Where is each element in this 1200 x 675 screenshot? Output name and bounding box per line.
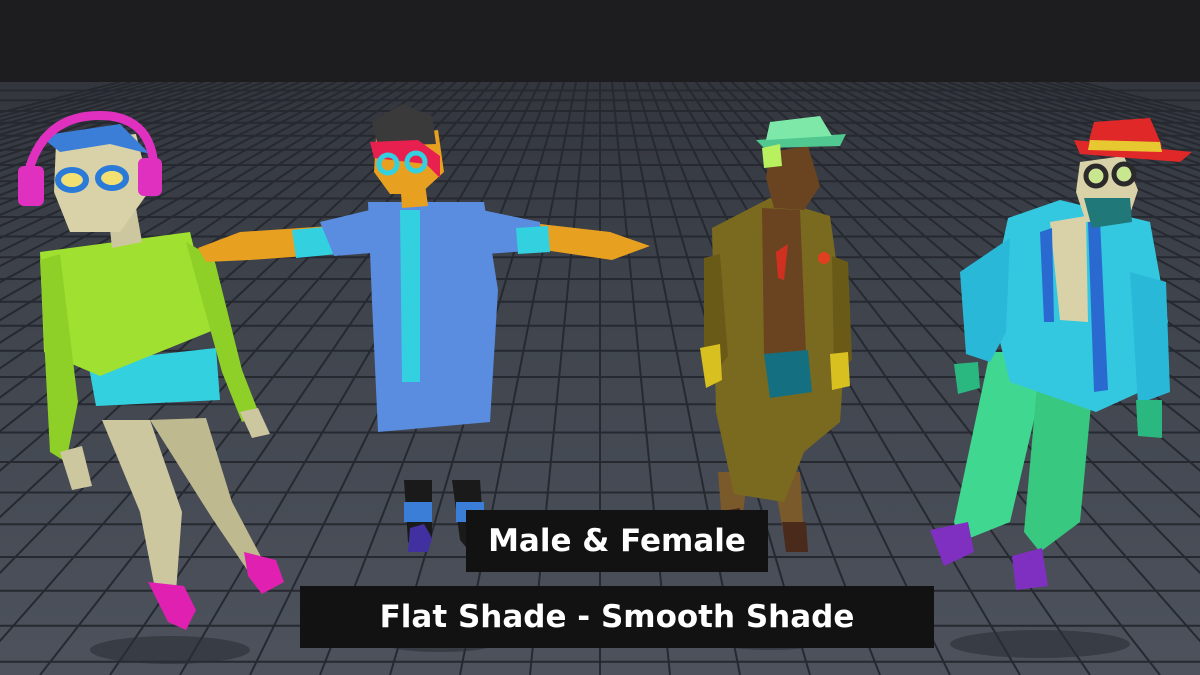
caption-shading: Flat Shade - Smooth Shade <box>300 586 934 648</box>
top-band <box>0 0 1200 82</box>
caption-male-female: Male & Female <box>466 510 768 572</box>
